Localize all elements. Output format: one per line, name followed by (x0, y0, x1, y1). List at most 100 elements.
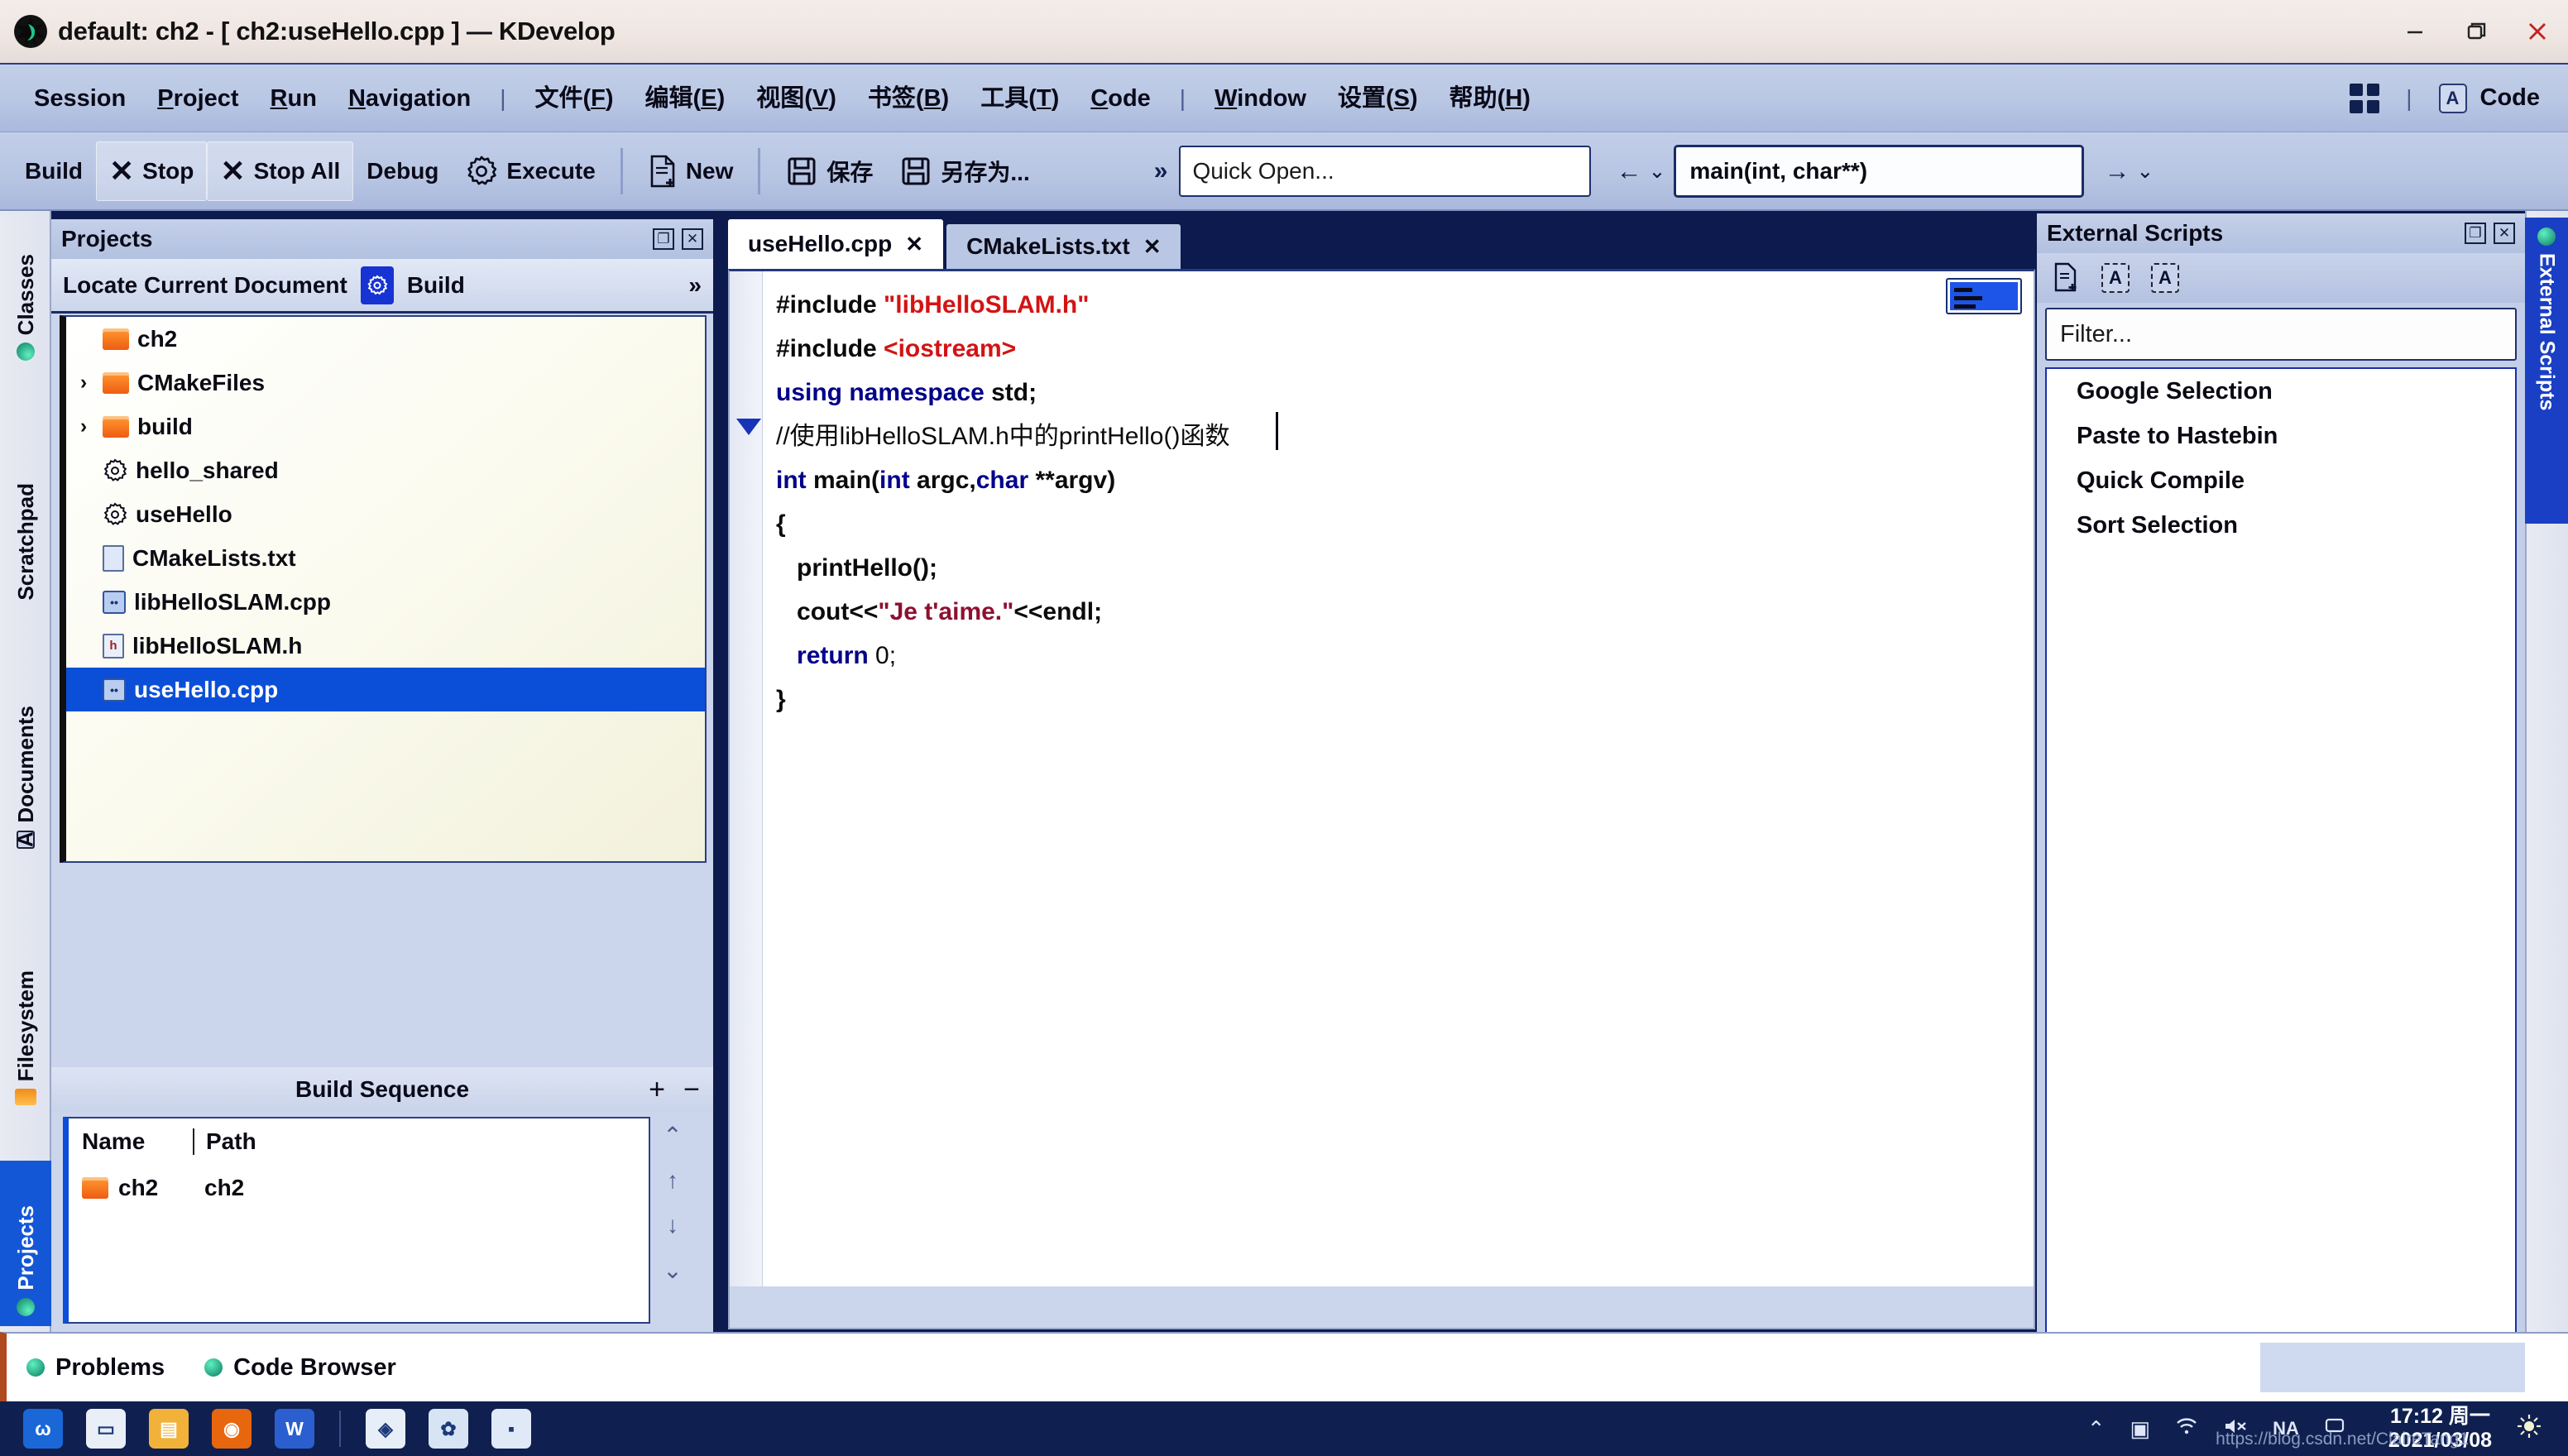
source-code[interactable]: #include "libHelloSLAM.h" #include <iostr… (776, 283, 2025, 721)
wifi-icon[interactable] (2175, 1416, 2198, 1442)
script-item-quick-compile[interactable]: Quick Compile (2047, 458, 2515, 503)
projects-toolbar-overflow[interactable]: » (688, 272, 702, 299)
status-item-code-browser[interactable]: Code Browser (204, 1354, 396, 1382)
quick-open-input[interactable]: Quick Open... (1179, 145, 1592, 197)
move-down-icon[interactable]: ↓ (667, 1212, 678, 1238)
tree-item-cmakelists-txt[interactable]: CMakeLists.txt (66, 536, 705, 580)
filter-input[interactable]: Filter... (2045, 308, 2517, 361)
menu-edit-cn[interactable]: 编辑(E) (630, 65, 741, 132)
window-switch-icon[interactable]: ▭ (86, 1409, 126, 1449)
menu-tools-cn[interactable]: 工具(T) (965, 65, 1075, 132)
sidebar-tab-projects[interactable]: Projects (0, 1161, 51, 1326)
close-button[interactable] (2507, 0, 2568, 64)
menu-bookmarks-cn[interactable]: 书签(B) (852, 65, 965, 132)
status-item-problems[interactable]: Problems (26, 1354, 165, 1382)
save-button[interactable]: 保存 (772, 141, 886, 201)
move-top-icon[interactable]: ⌃ (663, 1122, 682, 1149)
chevron-right-icon[interactable]: › (73, 371, 94, 395)
build-sequence-table[interactable]: Name Path ch2 ch2 (63, 1117, 650, 1324)
wechat-work-icon[interactable]: W (275, 1409, 314, 1449)
wps-icon[interactable]: ω (23, 1409, 63, 1449)
move-up-icon[interactable]: ↑ (667, 1167, 678, 1194)
script-item-paste-to-hastebin[interactable]: Paste to Hastebin (2047, 414, 2515, 458)
code-editor[interactable]: #include "libHelloSLAM.h" #include <iostr… (728, 269, 2035, 1286)
build-gear-icon[interactable] (360, 266, 394, 304)
terminal-icon[interactable]: ▪ (491, 1409, 531, 1449)
menu-code[interactable]: Code (1075, 65, 1167, 132)
tree-item-libhelloslam-h[interactable]: h libHelloSLAM.h (66, 624, 705, 668)
stop-all-button[interactable]: ✕ Stop All (207, 141, 354, 201)
projects-float-icon[interactable]: ❐ (653, 228, 674, 250)
build-button[interactable]: Build (12, 141, 96, 201)
script-item-google-selection[interactable]: Google Selection (2047, 369, 2515, 414)
external-scripts-list[interactable]: Google Selection Paste to Hastebin Quick C… (2045, 367, 2517, 1352)
tab-useHello-cpp[interactable]: useHello.cpp ✕ (728, 219, 944, 269)
move-bottom-icon[interactable]: ⌄ (663, 1257, 682, 1284)
chevron-up-icon[interactable]: ⌃ (2087, 1416, 2106, 1442)
brightness-icon[interactable] (2517, 1414, 2542, 1444)
tree-item-ch2[interactable]: ch2 (66, 317, 705, 361)
nav-forward-button[interactable]: → (2099, 156, 2134, 186)
function-signature-field[interactable]: main(int, char**) (1674, 144, 2085, 198)
security-shield-icon[interactable]: ◈ (366, 1409, 405, 1449)
code-line: //使用libHelloSLAM.h中的printHello()函数 (776, 423, 1230, 450)
sidebar-tab-classes[interactable]: Classes (0, 218, 51, 371)
nav-forward-dropdown[interactable]: ⌄ (2134, 159, 2162, 184)
fold-arrow-icon[interactable] (736, 419, 761, 435)
menu-session[interactable]: Session (18, 65, 141, 132)
sidebar-tab-documents[interactable]: A Documents (0, 656, 51, 859)
tree-item-hello-shared[interactable]: hello_shared (66, 448, 705, 492)
build-sequence-remove-button[interactable]: − (683, 1074, 700, 1106)
new-button[interactable]: New (635, 141, 747, 201)
locate-current-document-button[interactable]: Locate Current Document (63, 272, 347, 299)
script-item-sort-selection[interactable]: Sort Selection (2047, 503, 2515, 548)
table-row[interactable]: ch2 ch2 (69, 1165, 649, 1211)
tree-item-usehello[interactable]: useHello (66, 492, 705, 536)
menu-project[interactable]: Project (141, 65, 254, 132)
code-area-label[interactable]: Code (2480, 84, 2541, 112)
nav-back-button[interactable]: ← (1611, 156, 1646, 186)
menu-window[interactable]: Window (1199, 65, 1322, 132)
grid-icon[interactable] (2350, 83, 2380, 113)
display-icon[interactable]: ▣ (2130, 1416, 2151, 1442)
menu-navigation[interactable]: Navigation (333, 65, 486, 132)
menu-run[interactable]: Run (255, 65, 333, 132)
code-line: cout<<"Je t'aime."<<endl; (776, 598, 1103, 625)
file-explorer-icon[interactable]: ▤ (149, 1409, 189, 1449)
save-as-button[interactable]: 另存为... (886, 141, 1042, 201)
external-scripts-float-icon[interactable]: ❐ (2465, 223, 2486, 244)
build-sequence-add-button[interactable]: + (649, 1074, 665, 1106)
tab-close-icon[interactable]: ✕ (905, 232, 923, 257)
edit-font-icon[interactable]: A (2101, 263, 2130, 293)
tree-item-libhelloslam-cpp[interactable]: •• libHelloSLAM.cpp (66, 580, 705, 624)
vmware-icon[interactable]: ✿ (429, 1409, 468, 1449)
edit-font-alt-icon[interactable]: A (2151, 263, 2179, 293)
menu-settings-cn[interactable]: 设置(S) (1322, 65, 1434, 132)
toolbar-overflow-button[interactable]: » (1143, 157, 1180, 185)
sidebar-tab-scratchpad[interactable]: Scratchpad (0, 416, 51, 611)
tree-item-build[interactable]: › build (66, 405, 705, 448)
minimize-button[interactable] (2384, 0, 2446, 64)
menu-file-cn[interactable]: 文件(F) (519, 65, 629, 132)
tab-close-icon[interactable]: ✕ (1143, 234, 1162, 260)
tree-item-cmakefiles[interactable]: › CMakeFiles (66, 361, 705, 405)
sidebar-tab-filesystem[interactable]: Filesystem (0, 904, 51, 1115)
project-tree[interactable]: ch2 › CMakeFiles › build hello_shared useHello… (60, 315, 707, 863)
firefox-icon[interactable]: ◉ (212, 1409, 252, 1449)
restore-button[interactable] (2446, 0, 2507, 64)
menu-view-cn[interactable]: 视图(V) (740, 65, 852, 132)
projects-close-icon[interactable]: ✕ (682, 228, 703, 250)
debug-button[interactable]: Debug (353, 141, 452, 201)
tab-CMakeLists-txt[interactable]: CMakeLists.txt ✕ (946, 224, 1181, 269)
stop-button[interactable]: ✕ Stop (96, 141, 208, 201)
menu-help-cn[interactable]: 帮助(H) (1434, 65, 1546, 132)
execute-button[interactable]: Execute (452, 141, 608, 201)
external-scripts-close-icon[interactable]: ✕ (2494, 223, 2515, 244)
new-script-icon[interactable] (2052, 262, 2080, 294)
build-toolbar-button[interactable]: Build (407, 272, 465, 299)
nav-back-dropdown[interactable]: ⌄ (1646, 159, 1674, 184)
tree-item-usehello-cpp[interactable]: •• useHello.cpp (66, 668, 705, 711)
code-minimap[interactable] (1946, 278, 2022, 314)
sidebar-tab-external-scripts[interactable]: External Scripts (2525, 218, 2568, 524)
chevron-right-icon[interactable]: › (73, 414, 94, 438)
